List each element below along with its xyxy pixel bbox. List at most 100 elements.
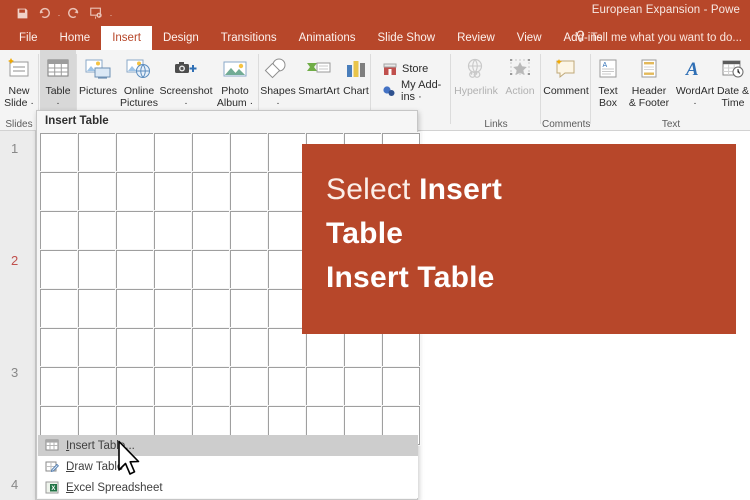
slideshow-icon[interactable] (86, 3, 106, 23)
grid-cell-5-4[interactable] (153, 288, 193, 329)
callout-line-1: Select Insert (326, 173, 503, 206)
grid-cell-6-5[interactable] (191, 327, 231, 368)
online-pictures-icon (125, 54, 153, 84)
grid-cell-2-1[interactable] (39, 171, 79, 212)
grid-cell-1-5[interactable] (191, 132, 231, 173)
smartart-label: SmartArt (298, 85, 340, 97)
grid-cell-3-6[interactable] (229, 210, 269, 251)
grid-cell-7-8[interactable] (305, 366, 345, 407)
grid-cell-2-5[interactable] (191, 171, 231, 212)
grid-cell-7-7[interactable] (267, 366, 307, 407)
grid-cell-5-1[interactable] (39, 288, 79, 329)
grid-cell-1-4[interactable] (153, 132, 193, 173)
tab-review[interactable]: Review (446, 26, 506, 50)
grid-cell-4-3[interactable] (115, 249, 155, 290)
grid-cell-5-7[interactable] (267, 288, 307, 329)
grid-cell-2-6[interactable] (229, 171, 269, 212)
tab-insert[interactable]: Insert (101, 26, 152, 50)
grid-cell-4-2[interactable] (77, 249, 117, 290)
grid-cell-7-9[interactable] (343, 366, 383, 407)
grid-cell-4-4[interactable] (153, 249, 193, 290)
customize-qat-icon[interactable]: · (108, 3, 114, 23)
slide-number-1: 1 (11, 141, 19, 156)
grid-cell-6-1[interactable] (39, 327, 79, 368)
grid-cell-5-6[interactable] (229, 288, 269, 329)
tab-file[interactable]: File (8, 26, 49, 50)
slide-number-2: 2 (11, 253, 19, 268)
tab-view[interactable]: View (506, 26, 553, 50)
grid-cell-1-2[interactable] (77, 132, 117, 173)
save-icon[interactable] (12, 3, 32, 23)
grid-cell-5-5[interactable] (191, 288, 231, 329)
menu-item-insert-table[interactable]: Insert Table... (38, 435, 418, 456)
grid-cell-2-4[interactable] (153, 171, 193, 212)
grid-cell-4-7[interactable] (267, 249, 307, 290)
hyperlink-icon (463, 54, 489, 84)
grid-cell-2-7[interactable] (267, 171, 307, 212)
grid-cell-5-2[interactable] (77, 288, 117, 329)
grid-cell-7-1[interactable] (39, 366, 79, 407)
grid-cell-7-5[interactable] (191, 366, 231, 407)
comment-button[interactable]: Comment (542, 50, 590, 117)
grid-cell-2-3[interactable] (115, 171, 155, 212)
grid-cell-1-7[interactable] (267, 132, 307, 173)
grid-cell-1-1[interactable] (39, 132, 79, 173)
pictures-button[interactable]: Pictures (78, 50, 118, 117)
tab-home[interactable]: Home (49, 26, 102, 50)
grid-cell-6-2[interactable] (77, 327, 117, 368)
tab-design[interactable]: Design (152, 26, 210, 50)
grid-cell-3-7[interactable] (267, 210, 307, 251)
grid-cell-4-5[interactable] (191, 249, 231, 290)
photo-album-button[interactable]: Photo Album · (212, 50, 258, 117)
grid-cell-5-3[interactable] (115, 288, 155, 329)
excel-icon: X (44, 481, 59, 495)
tab-transitions[interactable]: Transitions (210, 26, 288, 50)
menu-item-excel-spreadsheet[interactable]: X Excel Spreadsheet (38, 477, 418, 498)
grid-cell-3-2[interactable] (77, 210, 117, 251)
group-label-text: Text (661, 119, 681, 130)
tell-me-search[interactable]: Tell me what you want to do... (575, 26, 742, 50)
grid-cell-6-4[interactable] (153, 327, 193, 368)
online-pictures-label: Online Pictures (120, 85, 158, 109)
new-slide-button[interactable]: New Slide · (0, 50, 38, 117)
chart-button[interactable]: Chart (341, 50, 371, 117)
grid-cell-7-6[interactable] (229, 366, 269, 407)
comment-icon (553, 54, 579, 84)
grid-cell-3-5[interactable] (191, 210, 231, 251)
header-footer-button[interactable]: Header & Footer (624, 50, 674, 117)
screenshot-button[interactable]: Screenshot · (159, 50, 213, 117)
grid-cell-7-2[interactable] (77, 366, 117, 407)
grid-cell-1-3[interactable] (115, 132, 155, 173)
date-time-button[interactable]: Date & Time (716, 50, 750, 117)
undo-icon[interactable] (34, 3, 54, 23)
grid-cell-3-1[interactable] (39, 210, 79, 251)
wordart-button[interactable]: A WordArt · (674, 50, 716, 117)
grid-cell-6-7[interactable] (267, 327, 307, 368)
grid-cell-7-4[interactable] (153, 366, 193, 407)
new-slide-icon (6, 54, 32, 84)
store-button[interactable]: Store (378, 58, 450, 80)
grid-cell-1-6[interactable] (229, 132, 269, 173)
table-button[interactable]: Table · (40, 50, 76, 117)
grid-cell-4-6[interactable] (229, 249, 269, 290)
grid-cell-3-4[interactable] (153, 210, 193, 251)
grid-cell-7-10[interactable] (381, 366, 421, 407)
tab-animations[interactable]: Animations (288, 26, 367, 50)
grid-cell-6-3[interactable] (115, 327, 155, 368)
grid-cell-6-6[interactable] (229, 327, 269, 368)
grid-cell-4-1[interactable] (39, 249, 79, 290)
my-addins-button[interactable]: My Add-ins · (378, 79, 450, 103)
svg-text:A: A (603, 62, 608, 69)
online-pictures-button[interactable]: Online Pictures (118, 50, 160, 117)
text-box-button[interactable]: A Text Box (592, 50, 624, 117)
undo-dropdown-icon[interactable]: · (56, 3, 62, 23)
tab-slide-show[interactable]: Slide Show (367, 26, 447, 50)
grid-cell-2-2[interactable] (77, 171, 117, 212)
store-label: Store (402, 63, 429, 75)
menu-item-draw-table[interactable]: Draw Table (38, 456, 418, 477)
shapes-button[interactable]: Shapes · (259, 50, 297, 117)
smartart-button[interactable]: SmartArt (297, 50, 341, 117)
redo-icon[interactable] (64, 3, 84, 23)
grid-cell-7-3[interactable] (115, 366, 155, 407)
grid-cell-3-3[interactable] (115, 210, 155, 251)
